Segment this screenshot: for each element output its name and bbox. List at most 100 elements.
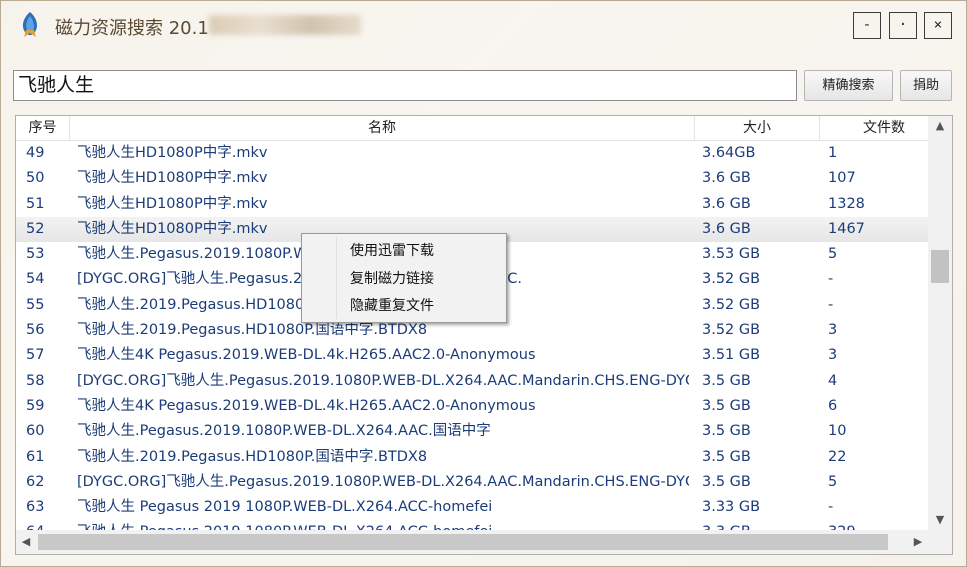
column-header-index[interactable]: 序号 [16,116,70,141]
table-body: 49 飞驰人生HD1080P中字.mkv 3.64GB 1 50 飞驰人生HD1080P中… [16,141,928,530]
column-header-size[interactable]: 大小 [695,116,820,141]
row-file-count: 5 [828,473,838,490]
row-name: 飞驰人生 Pegasus 2019 1080P.WEB-DL.X264.ACC-… [77,520,689,530]
row-index: 61 [26,448,45,465]
row-size: 3.5 GB [702,397,751,414]
row-name: 飞驰人生4K Pegasus.2019.WEB-DL.4k.H265.AAC2.… [77,397,536,414]
row-file-count: 3 [828,322,838,339]
row-name: 飞驰人生 Pegasus 2019 1080P.WEB-DL.X264.ACC-… [77,499,493,516]
maximize-button[interactable]: · [889,12,917,39]
row-file-count: 1328 [828,195,865,212]
row-index: 57 [26,347,45,364]
scroll-left-icon[interactable]: ◀ [16,532,36,552]
row-index: 54 [26,271,45,288]
row-file-count: 107 [828,170,856,187]
row-file-count: 6 [828,397,838,414]
scroll-up-icon[interactable]: ▲ [928,116,952,136]
row-index: 56 [26,322,45,339]
blurred-title-text [209,15,361,35]
row-name: 飞驰人生HD1080P中字.mkv [77,170,268,187]
column-header-name[interactable]: 名称 [70,116,695,141]
menu-item-copy-magnet-link[interactable]: 复制磁力链接 [350,268,434,290]
table-row[interactable]: 64飞驰人生 Pegasus 2019 1080P.WEB-DL.X264.AC… [16,520,928,530]
context-menu-gutter [336,237,337,319]
scroll-down-icon[interactable]: ▼ [928,510,952,530]
table-row[interactable]: 57 飞驰人生4K Pegasus.2019.WEB-DL.4k.H265.AAC… [16,343,928,368]
row-size: 3.5 GB [702,372,751,389]
table-row[interactable]: 63 飞驰人生 Pegasus 2019 1080P.WEB-DL.X264.AC… [16,495,928,520]
row-size: 3.3 GB [702,520,812,530]
row-size: 3.5 GB [702,473,751,490]
search-input[interactable]: 飞驰人生 [13,70,797,101]
context-menu: 使用迅雷下载 复制磁力链接 隐藏重复文件 [301,233,507,323]
table-row[interactable]: 60 飞驰人生.Pegasus.2019.1080P.WEB-DL.X264.AA… [16,419,928,444]
table-row[interactable]: 51 飞驰人生HD1080P中字.mkv 3.6 GB 1328 [16,192,928,217]
table-row[interactable]: 61 飞驰人生.2019.Pegasus.HD1080P.国语中字.BTDX8 3.… [16,445,928,470]
row-file-count: 4 [828,372,838,389]
row-name: 飞驰人生HD1080P中字.mkv [77,145,268,161]
row-file-count: 1 [828,145,838,161]
row-name: 飞驰人生HD1080P中字.mkv [77,195,268,212]
app-logo-icon [22,12,38,37]
table-row[interactable]: 59 飞驰人生4K Pegasus.2019.WEB-DL.4k.H265.AAC… [16,394,928,419]
row-file-count: 1467 [828,220,865,237]
table-row[interactable]: 50 飞驰人生HD1080P中字.mkv 3.6 GB 107 [16,166,928,191]
results-list[interactable]: 序号 名称 大小 文件数 49 飞驰人生HD1080P中字.mkv 3.64GB 1 5… [15,115,953,555]
row-size: 3.53 GB [702,246,761,263]
row-file-count: 22 [828,448,847,465]
row-name: [DYGC.ORG]飞驰人生.Pegasus.2019.1080P.WEB-DL… [77,372,689,389]
table-row[interactable]: 58 [DYGC.ORG]飞驰人生.Pegasus.2019.1080P.WEB-… [16,369,928,394]
row-name: 飞驰人生4K Pegasus.2019.WEB-DL.4k.H265.AAC2.… [77,347,536,364]
row-size: 3.52 GB [702,322,761,339]
row-index: 50 [26,170,45,187]
donate-button[interactable]: 捐助 [900,70,952,101]
title-bar[interactable]: 磁力资源搜索 20.1 - · × [1,1,966,53]
scroll-right-icon[interactable]: ▶ [908,532,928,552]
app-window: 磁力资源搜索 20.1 - · × 飞驰人生 精确搜索 捐助 序号 名称 大小 … [0,0,967,567]
horizontal-scroll-thumb[interactable] [38,534,888,550]
row-index: 53 [26,246,45,263]
row-size: 3.6 GB [702,170,751,187]
exact-search-button[interactable]: 精确搜索 [804,70,893,101]
row-file-count: 10 [828,423,847,440]
row-index: 60 [26,423,45,440]
row-file-count: 3 [828,347,838,364]
row-index: 64 [26,520,76,530]
vertical-scrollbar[interactable]: ▲ ▼ [928,116,952,530]
row-index: 63 [26,499,45,516]
menu-item-thunder-download[interactable]: 使用迅雷下载 [350,240,434,262]
row-size: 3.52 GB [702,296,761,313]
row-size: 3.52 GB [702,271,761,288]
row-size: 3.5 GB [702,423,751,440]
horizontal-scrollbar[interactable]: ◀ ▶ [16,530,928,554]
row-name: 飞驰人生.2019.Pegasus.HD1080P.国语中字.BTDX8 [77,448,428,465]
row-index: 49 [26,145,45,161]
row-file-count: 5 [828,246,838,263]
row-size: 3.51 GB [702,347,761,364]
row-name: 飞驰人生.Pegasus.2019.1080P.WEB-DL.X264.AAC.… [77,423,491,440]
row-file-count: - [828,296,834,313]
menu-item-hide-duplicates[interactable]: 隐藏重复文件 [350,295,434,317]
row-name: [DYGC.ORG]飞驰人生.Pegasus.2019.1080P.WEB-DL… [77,473,689,490]
row-size: 3.6 GB [702,195,751,212]
row-index: 51 [26,195,45,212]
table-row[interactable]: 62 [DYGC.ORG]飞驰人生.Pegasus.2019.1080P.WEB-… [16,470,928,495]
window-title: 磁力资源搜索 20.1 [55,18,209,39]
row-file-count: - [828,271,834,288]
table-row[interactable]: 49 飞驰人生HD1080P中字.mkv 3.64GB 1 [16,141,928,166]
row-file-count: 329 [828,520,928,530]
row-index: 55 [26,296,45,313]
row-size: 3.6 GB [702,220,751,237]
close-button[interactable]: × [924,12,952,39]
row-size: 3.5 GB [702,448,751,465]
row-index: 62 [26,473,45,490]
minimize-button[interactable]: - [853,12,881,39]
vertical-scroll-thumb[interactable] [931,250,949,283]
row-file-count: - [828,499,834,516]
table-header: 序号 名称 大小 文件数 [16,116,928,141]
row-size: 3.33 GB [702,499,761,516]
row-size: 3.64GB [702,145,756,161]
row-index: 59 [26,397,45,414]
scrollbar-corner [928,530,952,554]
row-index: 58 [26,372,45,389]
